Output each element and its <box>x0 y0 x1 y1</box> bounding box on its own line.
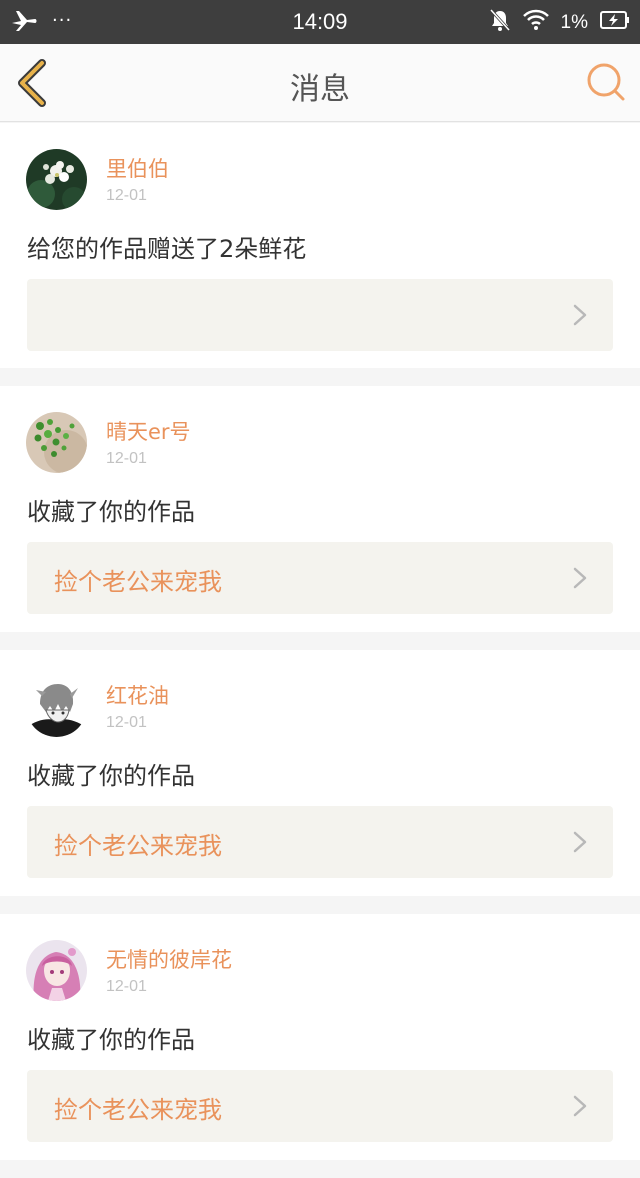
username[interactable]: 无情的彼岸花 <box>106 944 232 974</box>
avatar[interactable] <box>26 676 87 737</box>
battery-charging-icon <box>600 10 630 36</box>
work-title: 捡个老公来宠我 <box>54 568 222 596</box>
message-text: 收藏了你的作品 <box>27 762 195 790</box>
message-text: 收藏了你的作品 <box>27 498 195 526</box>
work-link[interactable]: 捡个老公来宠我 <box>27 806 613 878</box>
chevron-right-icon <box>573 304 587 326</box>
status-bar: ··· 14:09 1% <box>0 0 640 44</box>
search-icon <box>587 63 625 101</box>
username[interactable]: 红花油 <box>106 680 169 710</box>
chevron-right-icon <box>573 831 587 853</box>
message-text: 收藏了你的作品 <box>27 1026 195 1054</box>
wifi-icon <box>522 9 549 37</box>
avatar[interactable] <box>26 412 87 473</box>
bell-off-icon <box>489 8 511 38</box>
avatar[interactable] <box>26 940 87 1001</box>
work-link[interactable]: 捡个老公来宠我 <box>27 542 613 614</box>
chevron-right-icon <box>573 567 587 589</box>
work-link[interactable]: 捡个老公来宠我 <box>27 1070 613 1142</box>
page-title: 消息 <box>290 72 350 107</box>
username[interactable]: 里伯伯 <box>106 153 169 183</box>
work-title: 捡个老公来宠我 <box>54 1096 222 1124</box>
message-item: 无情的彼岸花 12-01 收藏了你的作品 捡个老公来宠我 <box>0 914 640 1160</box>
avatar[interactable] <box>26 149 87 210</box>
battery-level: 1% <box>560 12 588 33</box>
message-date: 12-01 <box>106 187 147 204</box>
nav-bar: 消息 <box>0 44 640 122</box>
work-title: 捡个老公来宠我 <box>54 832 222 860</box>
work-link[interactable] <box>27 279 613 351</box>
message-text: 给您的作品赠送了2朵鲜花 <box>27 235 307 263</box>
message-item: 里伯伯 12-01 给您的作品赠送了2朵鲜花 <box>0 123 640 368</box>
message-item: 晴天er号 12-01 收藏了你的作品 捡个老公来宠我 <box>0 386 640 632</box>
message-list: 里伯伯 12-01 给您的作品赠送了2朵鲜花 晴天er号 12-01 收藏了你的… <box>0 123 640 1178</box>
message-date: 12-01 <box>106 714 147 731</box>
search-button[interactable] <box>586 62 626 102</box>
username[interactable]: 晴天er号 <box>106 416 191 446</box>
message-date: 12-01 <box>106 450 147 467</box>
message-date: 12-01 <box>106 978 147 995</box>
chevron-right-icon <box>573 1095 587 1117</box>
message-item: 红花油 12-01 收藏了你的作品 捡个老公来宠我 <box>0 650 640 896</box>
